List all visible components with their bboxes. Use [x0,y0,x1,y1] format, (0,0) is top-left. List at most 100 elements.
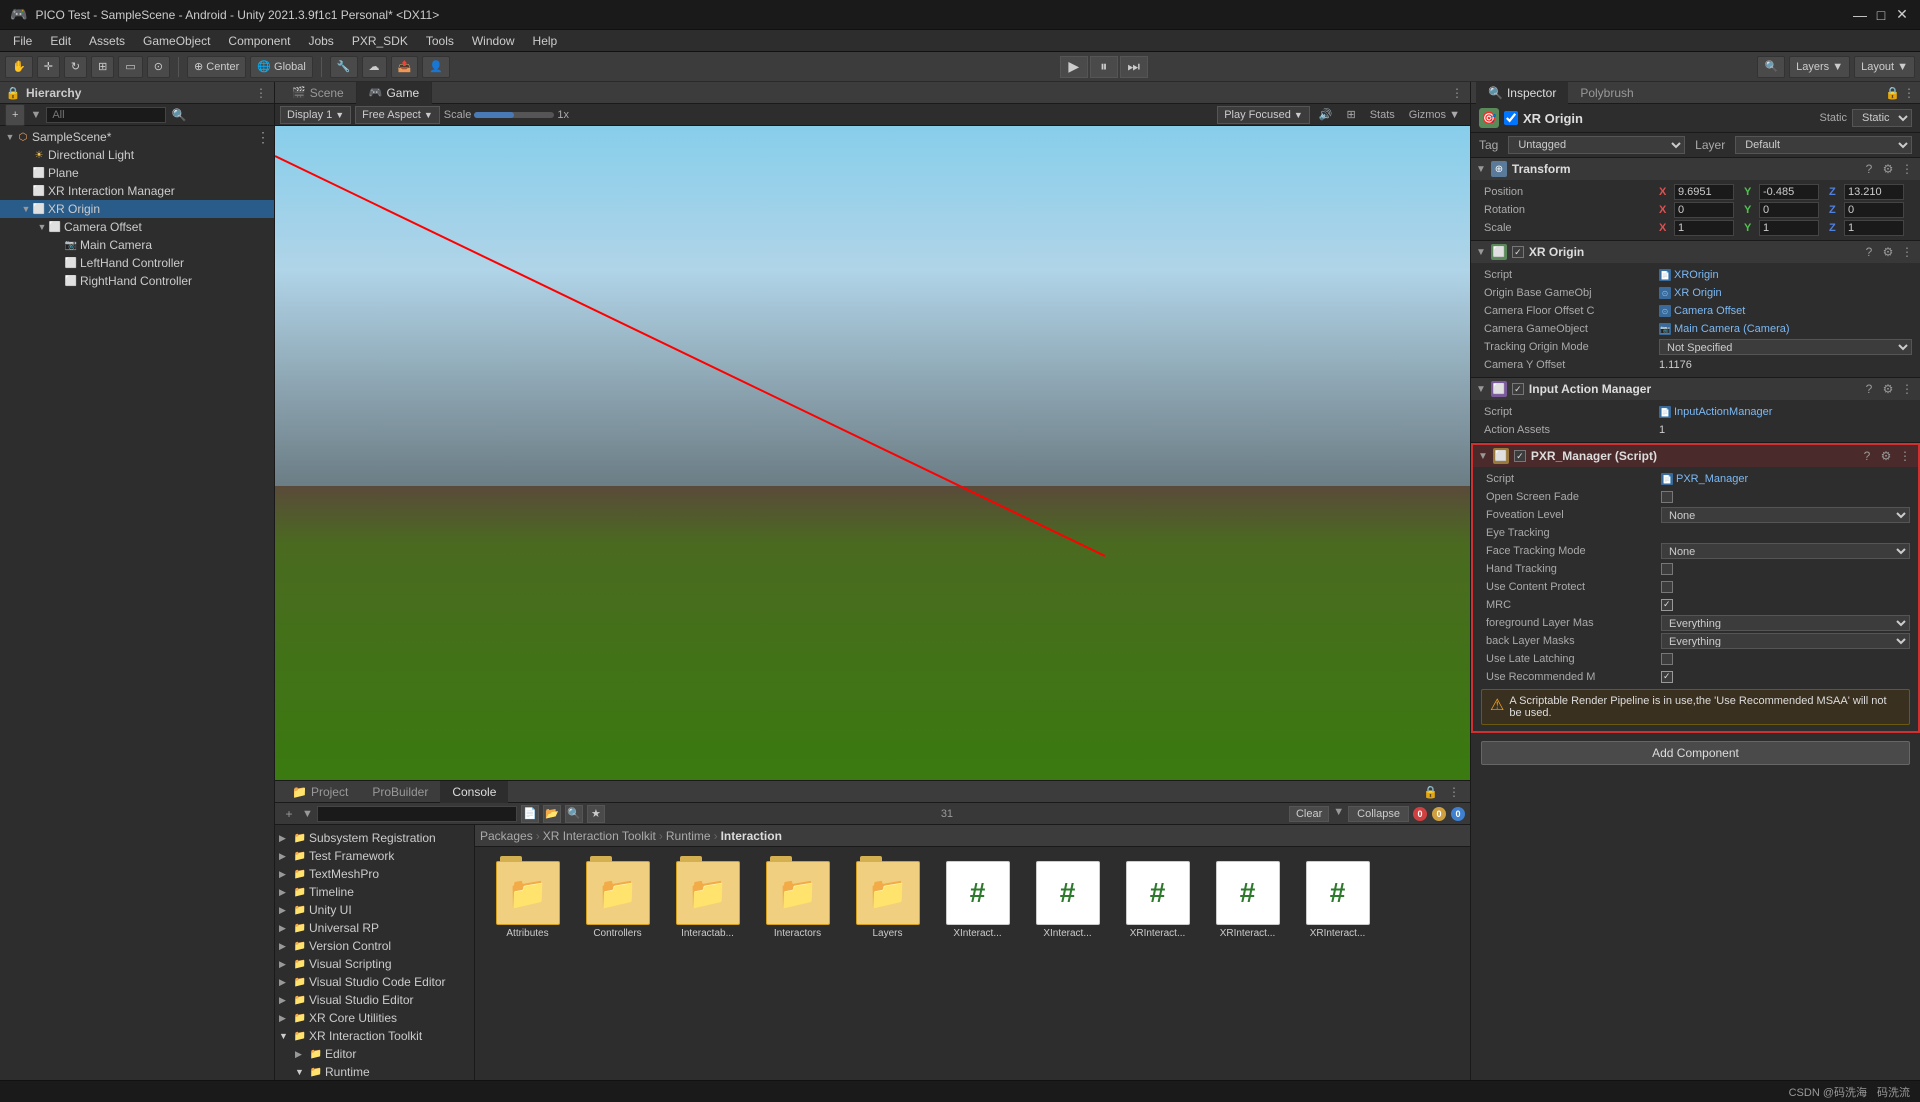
comp-help-btn[interactable]: ? [1861,244,1877,260]
clear-btn[interactable]: Clear [1289,806,1329,822]
camera-gameobj-value[interactable]: 📷 Main Camera (Camera) [1659,323,1912,335]
pxr-header[interactable]: ▼ ⬜ PXR_Manager (Script) ? ⚙ ⋮ [1473,445,1918,467]
tab-project[interactable]: 📁 Project [280,781,360,803]
pxr-enable-checkbox[interactable] [1514,450,1526,462]
iam-header[interactable]: ▼ ⬜ Input Action Manager ? ⚙ ⋮ [1471,378,1920,400]
project-sidebar-item[interactable]: ▶ 📁 Visual Studio Code Editor [275,973,474,991]
maximize-button[interactable]: □ [1873,7,1889,23]
bc-interaction[interactable]: Interaction [721,829,782,843]
tab-polybrush[interactable]: Polybrush [1568,82,1645,104]
pivot-center-btn[interactable]: ⊕ Center [187,56,246,78]
scale-y-input[interactable] [1759,220,1819,236]
file-item-xrinteract...[interactable]: # XRInteract... [1115,857,1200,943]
project-sidebar-item[interactable]: ▶ 📁 Subsystem Registration [275,829,474,847]
iam-script-value[interactable]: 📄 InputActionManager [1659,406,1912,418]
hierarchy-item-xr-origin[interactable]: ▼ ⬜ XR Origin [0,200,274,218]
collapse-btn[interactable]: Collapse [1348,806,1409,822]
bc-xr-toolkit[interactable]: XR Interaction Toolkit [543,829,656,843]
stats-btn[interactable]: Stats [1365,108,1400,122]
file-item-xinteract...[interactable]: # XInteract... [1025,857,1110,943]
bc-runtime[interactable]: Runtime [666,829,711,843]
comp-settings-btn[interactable]: ⚙ [1880,381,1896,397]
bottom-lock-btn[interactable]: 🔒 [1418,781,1443,803]
comp-help-btn[interactable]: ? [1861,161,1877,177]
hierarchy-lock-btn[interactable]: 🔒 [5,85,21,101]
layers-dropdown-btn[interactable]: Layers ▼ [1789,56,1850,78]
comp-settings-btn[interactable]: ⚙ [1880,161,1896,177]
hierarchy-item-plane[interactable]: ⬜ Plane [0,164,274,182]
foveation-dropdown[interactable]: None [1661,507,1910,523]
step-button[interactable]: ⏭ [1120,56,1148,78]
iam-enable-checkbox[interactable] [1512,383,1524,395]
pause-button[interactable]: ⏸ [1090,56,1118,78]
transform-header[interactable]: ▼ ⊕ Transform ? ⚙ ⋮ [1471,158,1920,180]
use-recommended-msaa-checkbox[interactable] [1661,671,1673,683]
hierarchy-item-main-camera[interactable]: 📷 Main Camera [0,236,274,254]
hierarchy-search-icon[interactable]: 🔍 [171,107,187,123]
tab-game[interactable]: 🎮 Game [357,82,432,104]
file-item-xrinteract...[interactable]: # XRInteract... [1295,857,1380,943]
menu-item-help[interactable]: Help [525,32,566,50]
close-button[interactable]: ✕ [1894,7,1910,23]
cloud-btn[interactable]: 📤 [391,56,419,78]
scale-x-input[interactable] [1674,220,1734,236]
menu-item-window[interactable]: Window [464,32,523,50]
aspect-dropdown[interactable]: Free Aspect ▼ [355,106,440,124]
tab-console[interactable]: Console [440,781,508,803]
inspector-lock-btn[interactable]: 🔒 [1885,86,1900,100]
hierarchy-item-righthand[interactable]: ⬜ RightHand Controller [0,272,274,290]
tab-probuilder[interactable]: ProBuilder [360,781,440,803]
camera-floor-value[interactable]: ⊙ Camera Offset [1659,305,1912,317]
sound-toggle-btn[interactable]: 🔊 [1314,107,1338,122]
comp-more-btn[interactable]: ⋮ [1899,161,1915,177]
play-button[interactable]: ▶ [1060,56,1088,78]
face-tracking-dropdown[interactable]: None [1661,543,1910,559]
inspector-menu-btn[interactable]: ⋮ [1903,86,1915,100]
file-item-layers[interactable]: 📁 Layers [845,857,930,943]
file-item-interactab...[interactable]: 📁 Interactab... [665,857,750,943]
project-search-input[interactable] [317,806,517,822]
rotation-y-input[interactable] [1759,202,1819,218]
project-sidebar-item[interactable]: ▶ 📁 XR Core Utilities [275,1009,474,1027]
foreground-layer-dropdown[interactable]: Everything [1661,615,1910,631]
display-dropdown[interactable]: Display 1 ▼ [280,106,351,124]
project-file-view-btn[interactable]: 📄 [521,805,539,823]
collab-btn[interactable]: ☁ [362,56,387,78]
tool-rect[interactable]: ▭ [118,56,142,78]
pivot-global-btn[interactable]: 🌐 Global [250,56,313,78]
project-star-btn[interactable]: ★ [587,805,605,823]
menu-item-pxr_sdk[interactable]: PXR_SDK [344,32,416,50]
add-component-btn[interactable]: Add Component [1481,741,1910,765]
project-sidebar-item[interactable]: ▶ 📁 Editor [275,1045,474,1063]
project-sidebar-item[interactable]: ▶ 📁 Visual Studio Editor [275,991,474,1009]
bottom-menu-btn[interactable]: ⋮ [1443,781,1465,803]
scale-z-input[interactable] [1844,220,1904,236]
back-layer-dropdown[interactable]: Everything [1661,633,1910,649]
hierarchy-search-input[interactable] [46,107,166,123]
account-btn[interactable]: 👤 [422,56,450,78]
tag-dropdown[interactable]: Untagged [1508,136,1685,154]
origin-base-value[interactable]: ⊙ XR Origin [1659,287,1912,299]
tool-move[interactable]: ✛ [37,56,60,78]
hierarchy-add-btn[interactable]: + [5,104,25,126]
tracking-origin-dropdown[interactable]: Not Specified [1659,339,1912,355]
project-sidebar-item[interactable]: ▶ 📁 Visual Scripting [275,955,474,973]
tab-scene[interactable]: 🎬 Scene [280,82,357,104]
layout-toggle-btn[interactable]: ⊞ [1341,107,1360,122]
comp-more-btn[interactable]: ⋮ [1899,244,1915,260]
play-focused-dropdown[interactable]: Play Focused ▼ [1217,106,1310,124]
comp-more-btn[interactable]: ⋮ [1897,448,1913,464]
mrc-checkbox[interactable] [1661,599,1673,611]
menu-item-edit[interactable]: Edit [42,32,79,50]
tool-rotate[interactable]: ↻ [64,56,87,78]
project-sidebar-item[interactable]: ▶ 📁 Unity UI [275,901,474,919]
project-folder-btn[interactable]: 📂 [543,805,561,823]
hierarchy-item-xr-interaction-manager[interactable]: ⬜ XR Interaction Manager [0,182,274,200]
layer-dropdown[interactable]: Default [1735,136,1912,154]
tool-combo[interactable]: ⊙ [147,56,170,78]
xr-origin-header[interactable]: ▼ ⬜ XR Origin ? ⚙ ⋮ [1471,241,1920,263]
hierarchy-item-samplescene[interactable]: ▼ ⬡ SampleScene* ⋮ [0,128,274,146]
hierarchy-item-lefthand[interactable]: ⬜ LeftHand Controller [0,254,274,272]
comp-help-btn[interactable]: ? [1861,381,1877,397]
project-sidebar-item[interactable]: ▼ 📁 Runtime [275,1063,474,1080]
